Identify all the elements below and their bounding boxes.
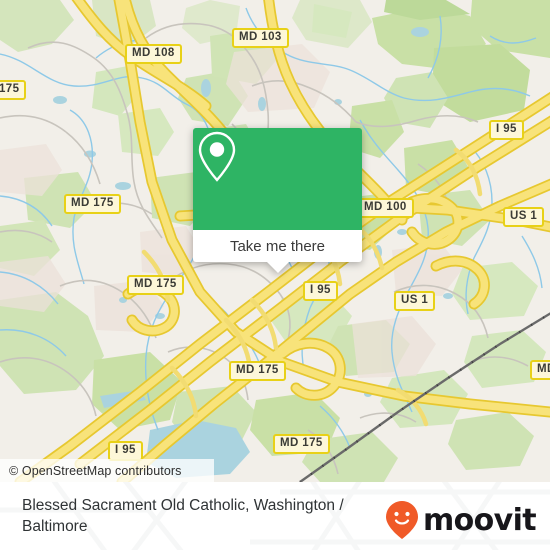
attribution-text: © OpenStreetMap contributors <box>9 463 182 478</box>
moovit-pin-smiley-icon <box>385 501 418 539</box>
road-shield: MD 100 <box>357 198 414 218</box>
map-canvas[interactable]: MD 108 MD 103 175 MD 175 MD 175 MD 175 MD 175 I… <box>0 0 550 482</box>
road-shield: US 1 <box>503 207 545 227</box>
road-shield: MD 103 <box>232 28 289 48</box>
take-me-there-label: Take me there <box>229 237 326 255</box>
road-shield: US 1 <box>394 291 436 311</box>
moovit-logo[interactable]: moovit <box>384 501 537 541</box>
place-title: Blessed Sacrament Old Catholic, Washingt… <box>22 497 344 535</box>
road-shield: MD 175 <box>273 434 330 454</box>
road-shield: MD 175 <box>229 361 286 381</box>
map-attribution[interactable]: © OpenStreetMap contributors <box>0 459 214 482</box>
road-shield: MD 175 <box>127 275 184 295</box>
popup-action-bar[interactable]: Take me there <box>193 230 362 273</box>
road-shield: MD 108 <box>125 44 182 64</box>
footer-bar: Blessed Sacrament Old Catholic, Washingt… <box>0 482 550 550</box>
road-shield: 175 <box>0 80 27 100</box>
road-shield: MD 175 <box>64 194 121 214</box>
road-shield: I 95 <box>108 441 143 461</box>
popup-pointer <box>266 262 289 273</box>
road-shield: MD <box>530 360 550 380</box>
place-popup-card[interactable]: Take me there <box>193 128 362 273</box>
moovit-place-card: MD 108 MD 103 175 MD 175 MD 175 MD 175 MD 175 I… <box>0 0 550 550</box>
road-shield: I 95 <box>303 281 338 301</box>
road-shield: I 95 <box>489 120 524 140</box>
moovit-wordmark: moovit <box>422 503 537 538</box>
popup-header <box>193 128 362 230</box>
map-pin-icon <box>198 131 236 182</box>
